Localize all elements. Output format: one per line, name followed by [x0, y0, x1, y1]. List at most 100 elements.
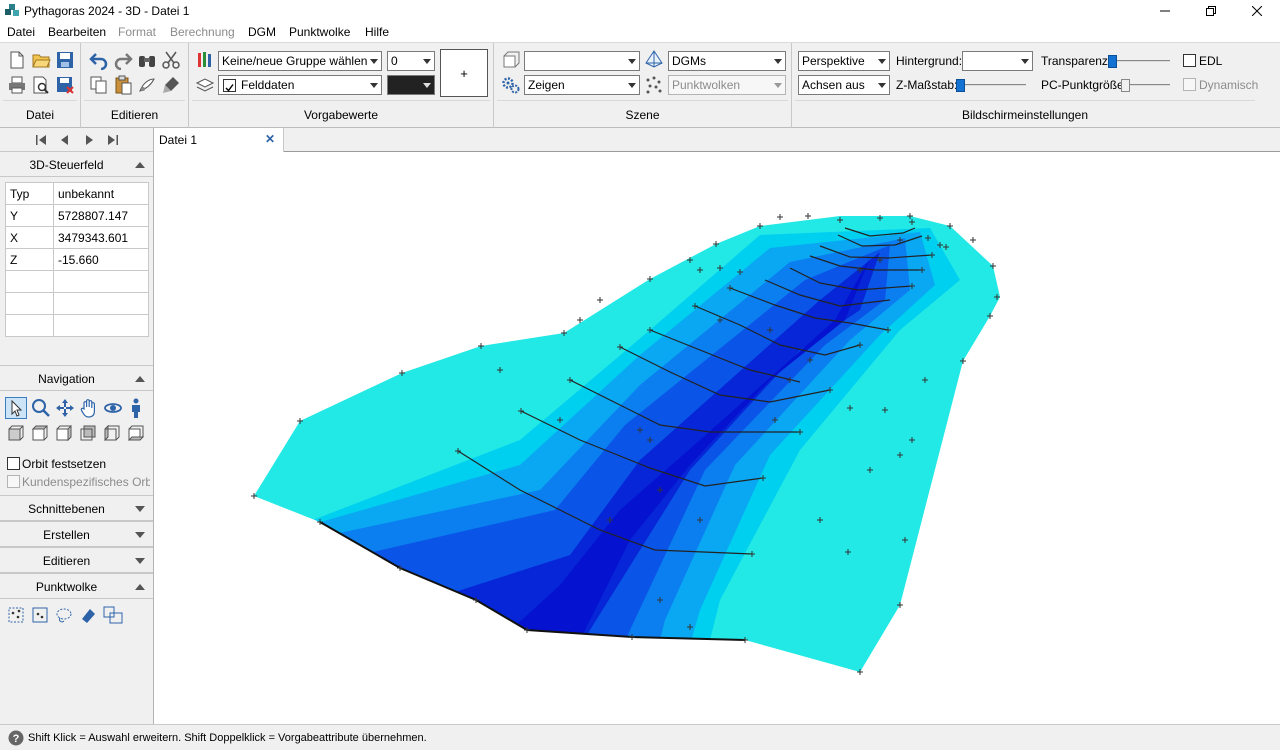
- new-file-icon[interactable]: [7, 50, 27, 70]
- table-row[interactable]: Typ unbekannt: [5, 182, 149, 205]
- pan-arrows-icon[interactable]: [55, 398, 75, 418]
- redo-icon[interactable]: [113, 50, 133, 70]
- custom-orbit-center-checkbox[interactable]: [7, 475, 20, 488]
- save-icon[interactable]: [55, 50, 75, 70]
- layer-select[interactable]: Felddaten: [218, 75, 382, 95]
- property-value[interactable]: 3479343.601: [53, 226, 149, 249]
- view-cube-right-icon[interactable]: [55, 424, 73, 442]
- section-schnittebenen[interactable]: Schnittebenen: [0, 495, 153, 521]
- property-value[interactable]: unbekannt: [53, 182, 149, 205]
- section-erstellen[interactable]: Erstellen: [0, 521, 153, 547]
- orbit-icon[interactable]: [103, 398, 123, 418]
- color-select[interactable]: [387, 75, 435, 95]
- view-cube-top-icon[interactable]: [31, 424, 49, 442]
- menu-punktwolke[interactable]: Punktwolke: [289, 25, 350, 39]
- 3d-viewport[interactable]: [154, 152, 1280, 724]
- background-color-select[interactable]: [962, 51, 1033, 71]
- edl-checkbox[interactable]: [1183, 54, 1196, 67]
- section-editieren[interactable]: Editieren: [0, 547, 153, 573]
- add-layer-button[interactable]: +: [440, 49, 488, 97]
- survey-point-marker[interactable]: [970, 237, 976, 243]
- section-3d-steuerfeld[interactable]: 3D-Steuerfeld: [0, 151, 153, 177]
- menu-format[interactable]: Format: [118, 25, 156, 39]
- menu-berechnung[interactable]: Berechnung: [170, 25, 235, 39]
- open-folder-icon[interactable]: [31, 50, 51, 70]
- transparency-slider-thumb[interactable]: [1108, 55, 1117, 68]
- property-value[interactable]: [53, 270, 149, 293]
- layer-visible-checkbox[interactable]: [223, 79, 236, 92]
- tab-close-icon[interactable]: ✕: [265, 132, 275, 146]
- save-as-icon[interactable]: [55, 75, 75, 95]
- pointcloud-window-icon[interactable]: [102, 605, 124, 625]
- table-row[interactable]: Z -15.660: [5, 248, 149, 271]
- property-value[interactable]: [53, 314, 149, 337]
- select-pointer-icon[interactable]: [5, 397, 27, 419]
- pointcloud-lasso-icon[interactable]: [54, 605, 74, 625]
- cut-scissors-icon[interactable]: [161, 50, 181, 70]
- table-row[interactable]: Y 5728807.147: [5, 204, 149, 227]
- section-navigation[interactable]: Navigation: [0, 365, 153, 391]
- scene-objects-icon[interactable]: [501, 50, 521, 70]
- survey-point-marker[interactable]: [597, 297, 603, 303]
- table-row[interactable]: [5, 314, 149, 337]
- table-row[interactable]: [5, 270, 149, 293]
- pointcloud-select[interactable]: Punktwolken: [668, 75, 786, 95]
- view-cube-front-icon[interactable]: [7, 424, 25, 442]
- view-cube-left-icon[interactable]: [103, 424, 121, 442]
- property-value[interactable]: 5728807.147: [53, 204, 149, 227]
- menu-dgm[interactable]: DGM: [248, 25, 276, 39]
- paste-special-icon[interactable]: [137, 75, 157, 95]
- pointcloud-size-slider-thumb[interactable]: [1121, 79, 1130, 92]
- show-select[interactable]: Zeigen: [524, 75, 640, 95]
- view-cube-bottom-icon[interactable]: [127, 424, 145, 442]
- walk-person-icon[interactable]: [128, 398, 144, 418]
- transparency-slider[interactable]: [1108, 55, 1170, 68]
- dgm-select[interactable]: DGMs: [668, 51, 786, 71]
- dynamic-checkbox[interactable]: [1183, 78, 1196, 91]
- previous-record-icon[interactable]: [57, 132, 73, 148]
- table-row[interactable]: [5, 292, 149, 315]
- view-cube-back-icon[interactable]: [79, 424, 97, 442]
- property-value[interactable]: [53, 292, 149, 315]
- last-record-icon[interactable]: [105, 132, 121, 148]
- pens-icon[interactable]: [195, 50, 215, 70]
- layers-icon[interactable]: [195, 75, 215, 95]
- z-scale-slider[interactable]: [956, 79, 1026, 92]
- pointcloud-select-points-icon[interactable]: [6, 605, 26, 625]
- axes-select[interactable]: Achsen aus: [798, 75, 890, 95]
- projection-select[interactable]: Perspektive: [798, 51, 890, 71]
- survey-point-marker[interactable]: [805, 213, 811, 219]
- zoom-icon[interactable]: [31, 398, 51, 418]
- menu-datei[interactable]: Datei: [7, 25, 35, 39]
- restore-button[interactable]: [1188, 0, 1234, 22]
- print-preview-icon[interactable]: [31, 75, 51, 95]
- terrain-model[interactable]: [154, 152, 1280, 724]
- table-row[interactable]: X 3479343.601: [5, 226, 149, 249]
- help-icon[interactable]: ?: [8, 730, 24, 746]
- settings-gears-icon[interactable]: [501, 75, 521, 95]
- scene-object-select[interactable]: [524, 51, 640, 71]
- paste-icon[interactable]: [113, 75, 133, 95]
- group-select[interactable]: Keine/neue Gruppe wählen: [218, 51, 382, 71]
- pointcloud-size-slider[interactable]: [1121, 79, 1170, 92]
- minimize-button[interactable]: [1142, 0, 1188, 22]
- number-select[interactable]: 0: [387, 51, 435, 71]
- pointcloud-eraser-icon[interactable]: [78, 605, 98, 625]
- tab-datei-1[interactable]: Datei 1 ✕: [154, 128, 284, 152]
- next-record-icon[interactable]: [81, 132, 97, 148]
- find-binoculars-icon[interactable]: [137, 50, 157, 70]
- close-button[interactable]: [1234, 0, 1280, 22]
- menu-bearbeiten[interactable]: Bearbeiten: [48, 25, 106, 39]
- hand-icon[interactable]: [79, 398, 99, 418]
- copy-icon[interactable]: [89, 75, 109, 95]
- dgm-pyramid-icon[interactable]: [644, 49, 664, 69]
- menu-hilfe[interactable]: Hilfe: [365, 25, 389, 39]
- point-cloud-icon[interactable]: [644, 75, 664, 95]
- first-record-icon[interactable]: [33, 132, 49, 148]
- z-scale-slider-thumb[interactable]: [956, 79, 965, 92]
- property-value[interactable]: -15.660: [53, 248, 149, 271]
- survey-point-marker[interactable]: [777, 214, 783, 220]
- undo-icon[interactable]: [89, 50, 109, 70]
- print-icon[interactable]: [7, 75, 27, 95]
- pointcloud-crop-icon[interactable]: [30, 605, 50, 625]
